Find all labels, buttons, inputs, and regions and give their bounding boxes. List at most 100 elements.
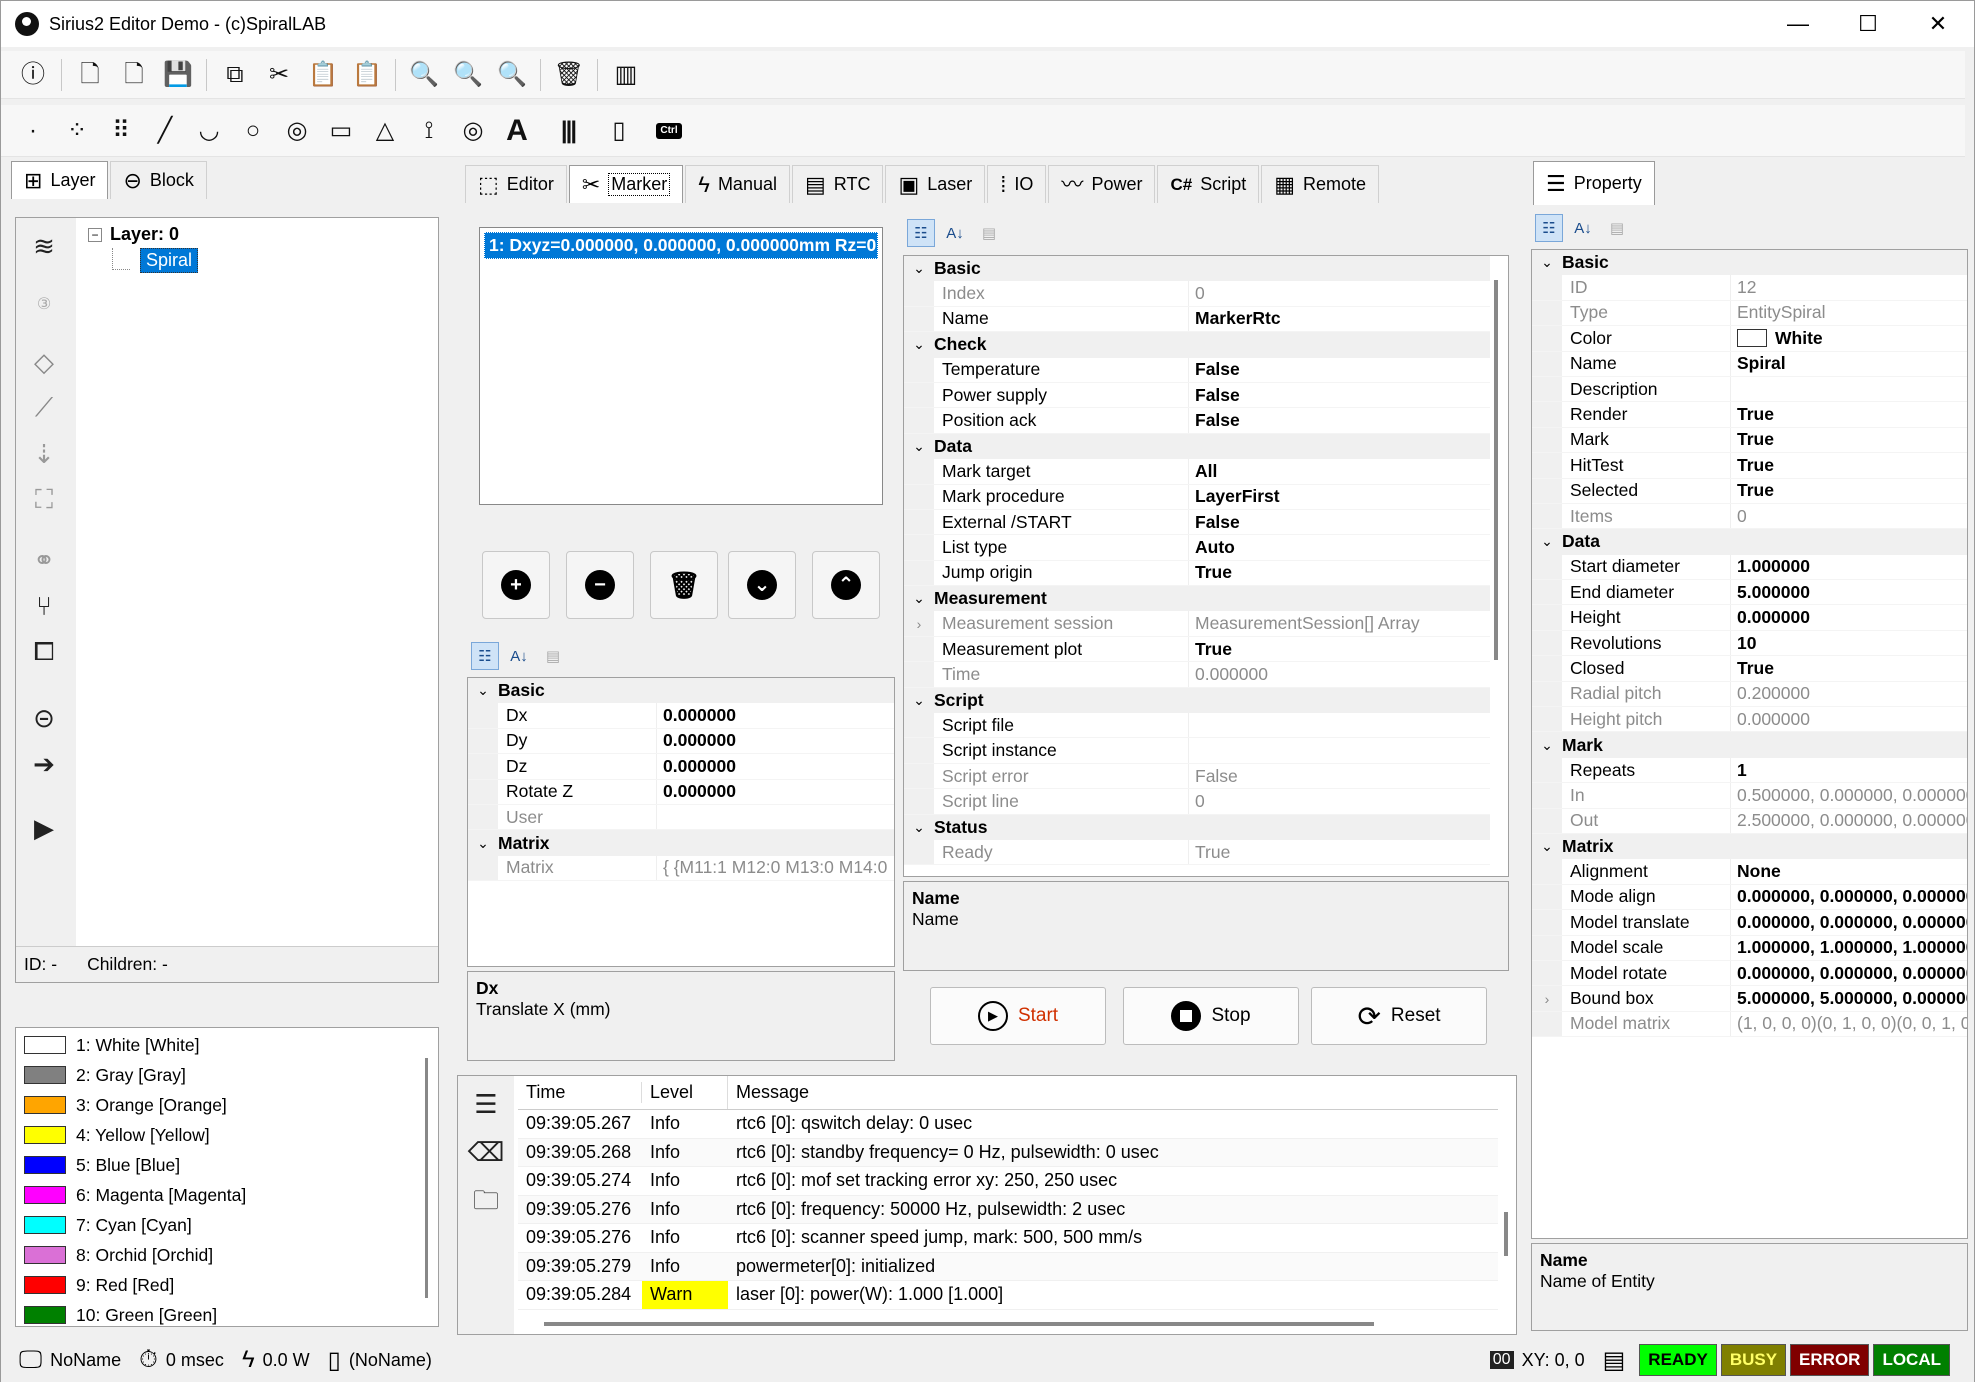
- rectangle-icon[interactable]: ▭: [323, 113, 359, 149]
- property-value[interactable]: Spiral: [1730, 351, 1967, 376]
- grid-category[interactable]: ⌄ Matrix: [1532, 833, 1967, 860]
- grid-row[interactable]: Model matrix (1, 0, 0, 0)(0, 1, 0, 0)(0, …: [1532, 1011, 1967, 1038]
- grid-row[interactable]: Height 0.000000: [1532, 605, 1967, 631]
- property-value[interactable]: 0.000000: [656, 703, 894, 728]
- grid-category[interactable]: ⌄ Basic: [468, 678, 894, 704]
- point-icon[interactable]: ·: [15, 113, 51, 149]
- collapse-icon[interactable]: ⌄: [1532, 838, 1562, 855]
- property-value[interactable]: 1.000000: [1730, 554, 1967, 580]
- categorized-icon[interactable]: ☷: [471, 642, 499, 670]
- grid-row[interactable]: User: [468, 804, 894, 831]
- grid-row[interactable]: Closed True: [1532, 656, 1967, 682]
- grid-row[interactable]: Script error False: [904, 763, 1490, 790]
- pen-color-item[interactable]: 7: Cyan [Cyan]: [16, 1210, 438, 1240]
- tab-rtc[interactable]: ▤ RTC: [791, 165, 884, 203]
- grid-row[interactable]: In 0.500000, 0.000000, 0.000000: [1532, 783, 1967, 809]
- property-value[interactable]: None: [1730, 859, 1967, 884]
- property-value[interactable]: 0.200000: [1730, 681, 1967, 707]
- zoom-in-icon[interactable]: 🔍: [450, 57, 486, 93]
- grid-row[interactable]: Script instance: [904, 738, 1490, 764]
- collapse-icon[interactable]: ⌄: [904, 260, 934, 277]
- grid-category[interactable]: ⌄ Data: [904, 433, 1490, 460]
- log-row[interactable]: 09:39:05.267 Info rtc6 [0]: qswitch delay:…: [518, 1110, 1498, 1139]
- property-value[interactable]: 0.000000, 0.000000, 0.000000: [1730, 884, 1967, 910]
- clear-offsets-button[interactable]: 🗑: [650, 551, 718, 619]
- sort-icon[interactable]: ⇣: [24, 434, 64, 474]
- color-list-scrollbar[interactable]: [425, 1058, 428, 1298]
- cut-icon[interactable]: ✂: [261, 57, 297, 93]
- pen-color-item[interactable]: 1: White [White]: [16, 1030, 438, 1060]
- property-value[interactable]: [1188, 713, 1490, 738]
- grid-row[interactable]: Out 2.500000, 0.000000, 0.000000: [1532, 808, 1967, 834]
- grid-category[interactable]: ⌄ Matrix: [468, 830, 894, 856]
- grid-row[interactable]: Selected True: [1532, 478, 1967, 504]
- grid-row[interactable]: HitTest True: [1532, 453, 1967, 479]
- grid-row[interactable]: Ready True: [904, 839, 1490, 866]
- grid-row[interactable]: List type Auto: [904, 535, 1490, 561]
- grid-row[interactable]: Mode align 0.000000, 0.000000, 0.000000: [1532, 884, 1967, 911]
- reset-button[interactable]: ⟳ Reset: [1311, 987, 1487, 1045]
- polyline-icon[interactable]: ⟟: [411, 113, 447, 149]
- log-row[interactable]: 09:39:05.274 Info rtc6 [0]: mof set tracki…: [518, 1167, 1498, 1196]
- property-value[interactable]: True: [1730, 478, 1967, 503]
- grid-row[interactable]: Color White: [1532, 326, 1967, 352]
- grid-row[interactable]: Description: [1532, 376, 1967, 403]
- grid-row[interactable]: Index 0: [904, 281, 1490, 307]
- property-value[interactable]: 0: [1188, 281, 1490, 306]
- tab-remote[interactable]: ▦ Remote: [1261, 165, 1380, 203]
- grid-row[interactable]: End diameter 5.000000: [1532, 580, 1967, 606]
- move-down-button[interactable]: ⌄: [728, 551, 796, 619]
- property-value[interactable]: 5.000000, 5.000000, 0.000000: [1730, 986, 1967, 1011]
- close-button[interactable]: ✕: [1903, 1, 1973, 47]
- property-value[interactable]: MarkerRtc: [1188, 306, 1490, 332]
- grid-row[interactable]: Dy 0.000000: [468, 728, 894, 755]
- arc-icon[interactable]: ◡: [191, 113, 227, 149]
- property-value[interactable]: 1: [1730, 757, 1967, 783]
- grid-row[interactable]: Dx 0.000000: [468, 703, 894, 729]
- property-value[interactable]: Auto: [1188, 535, 1490, 560]
- categorized-icon[interactable]: ☷: [1535, 214, 1563, 242]
- property-value[interactable]: 0.000000: [1730, 707, 1967, 732]
- save-icon[interactable]: 💾: [160, 57, 196, 93]
- grid-row[interactable]: Model scale 1.000000, 1.000000, 1.000000: [1532, 935, 1967, 961]
- property-value[interactable]: MeasurementSession[] Array: [1188, 611, 1490, 636]
- grid-row[interactable]: Dz 0.000000: [468, 754, 894, 780]
- grid-row[interactable]: Name Spiral: [1532, 351, 1967, 377]
- property-value[interactable]: 0.000000: [1188, 662, 1490, 687]
- maximize-button[interactable]: ☐: [1833, 1, 1903, 47]
- property-value[interactable]: [1188, 738, 1490, 763]
- minimize-button[interactable]: —: [1763, 1, 1833, 47]
- property-value[interactable]: [656, 804, 894, 830]
- log-vscrollbar[interactable]: [1504, 1212, 1508, 1256]
- group-icon[interactable]: ⚭: [24, 540, 64, 580]
- marker-grid-scrollbar[interactable]: [1494, 280, 1498, 660]
- log-row[interactable]: 09:39:05.284 Warn laser [0]: power(W): 1.0…: [518, 1281, 1498, 1310]
- grid-row[interactable]: Script line 0: [904, 789, 1490, 815]
- tab-layer[interactable]: ⊞ Layer: [11, 161, 109, 199]
- grid-category[interactable]: ⌄ Data: [1532, 529, 1967, 555]
- tab-laser[interactable]: ▣ Laser: [885, 165, 986, 203]
- property-value[interactable]: False: [1188, 382, 1490, 408]
- move-up-button[interactable]: ⌃: [812, 551, 880, 619]
- property-value[interactable]: 0.000000, 0.000000, 0.000000: [1730, 910, 1967, 935]
- property-value[interactable]: 0: [1188, 789, 1490, 814]
- property-value[interactable]: White: [1730, 326, 1967, 351]
- property-value[interactable]: 0.000000: [656, 754, 894, 779]
- offset-list-item[interactable]: 1: Dxyz=0.000000, 0.000000, 0.000000mm R…: [484, 232, 878, 259]
- grid-row[interactable]: Revolutions 10: [1532, 630, 1967, 657]
- pen-color-item[interactable]: 2: Gray [Gray]: [16, 1060, 438, 1090]
- property-value[interactable]: False: [1188, 408, 1490, 433]
- property-value[interactable]: { {M11:1 M12:0 M13:0 M14:0: [656, 855, 894, 881]
- property-pages-icon[interactable]: ▤: [975, 219, 1003, 247]
- jump-icon[interactable]: ⊝: [24, 698, 64, 738]
- copy-icon[interactable]: ⧉: [217, 57, 253, 93]
- grid-row[interactable]: Type EntitySpiral: [1532, 300, 1967, 327]
- grid-row[interactable]: Mark procedure LayerFirst: [904, 484, 1490, 510]
- collapse-icon[interactable]: ⌄: [904, 336, 934, 353]
- preview-icon[interactable]: ▶: [24, 808, 64, 848]
- add-offset-button[interactable]: +: [482, 551, 550, 619]
- grid-category[interactable]: ⌄ Mark: [1532, 732, 1967, 758]
- remove-offset-button[interactable]: −: [566, 551, 634, 619]
- paste-icon[interactable]: 📋: [305, 57, 341, 93]
- boundary-icon[interactable]: ⧠: [24, 632, 64, 672]
